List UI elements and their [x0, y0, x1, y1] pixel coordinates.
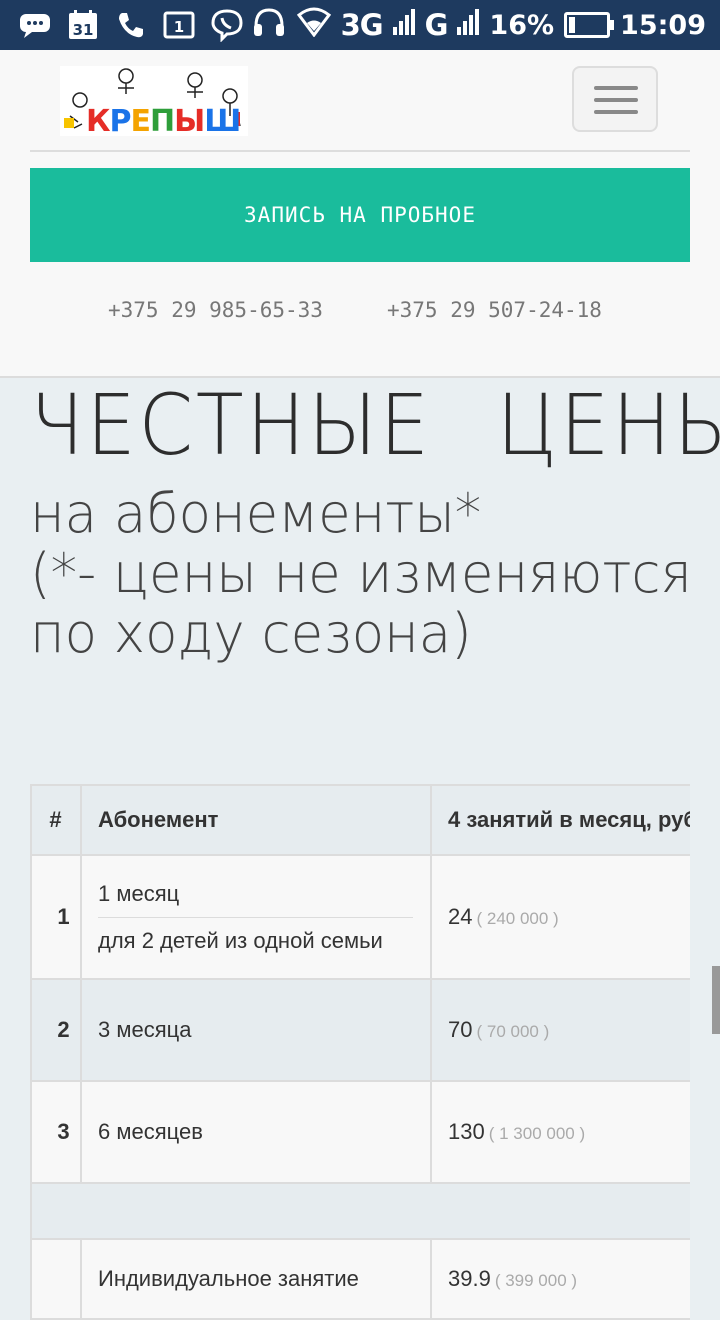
- subscription-name: 1 месяц: [98, 880, 180, 906]
- viber-icon: [210, 9, 244, 42]
- pricing-table: # Абонемент 4 занятий в месяц, руб 1 1 м…: [30, 784, 690, 1320]
- pricing-subtitle: на абонементы* (*- цены не изменяются по…: [30, 484, 696, 664]
- price-cell: 130( 1 300 000 ): [430, 1080, 690, 1184]
- old-price: ( 399 000 ): [494, 1271, 578, 1290]
- phone-link-1[interactable]: +375 29 985-65-33: [108, 298, 323, 322]
- trial-signup-button[interactable]: ЗАПИСЬ НА ПРОБНОЕ: [30, 168, 690, 262]
- cell-divider: [98, 916, 413, 918]
- signal-icon: [392, 8, 415, 42]
- pricing-subtitle-main: на абонементы*: [30, 482, 482, 545]
- network-3g: 3G: [340, 8, 384, 42]
- status-bar: 31 1 3G G 16% 15:09: [0, 0, 720, 50]
- calendar-icon: 31: [66, 10, 100, 40]
- wifi-icon: [296, 7, 331, 44]
- column-header-price: 4 занятий в месяц, руб: [430, 784, 690, 856]
- signal-icon-2: [457, 8, 480, 42]
- price: 130: [448, 1119, 485, 1144]
- subscription-name: 6 месяцев: [80, 1080, 432, 1184]
- column-header-number: #: [30, 784, 82, 856]
- subscription-cell: 1 месяц для 2 детей из одной семьи: [80, 854, 432, 980]
- sim-icon: 1: [162, 10, 196, 40]
- battery-icon: [564, 12, 615, 38]
- phone-link-2[interactable]: +375 29 507-24-18: [387, 298, 602, 322]
- pricing-title: ЧЕСТНЫЕ ЦЕНЫ: [30, 376, 720, 474]
- price: 24: [448, 904, 473, 929]
- table-spacer-row: [30, 1182, 690, 1240]
- menu-toggle-button[interactable]: [572, 66, 658, 132]
- column-header-subscription: Абонемент: [80, 784, 432, 856]
- message-icon: [18, 10, 52, 40]
- old-price: ( 70 000 ): [476, 1022, 550, 1041]
- table-row: 1 1 месяц для 2 детей из одной семьи 24(…: [30, 854, 690, 980]
- price-cell: 70( 70 000 ): [430, 978, 690, 1082]
- pricing-note: (*- цены не изменяются по ходу сезона): [30, 542, 692, 665]
- price-cell: 39.9( 399 000 ): [430, 1238, 690, 1320]
- table-row: Индивидуальное занятие 39.9( 399 000 ): [30, 1238, 690, 1320]
- price-cell: 24( 240 000 ): [430, 854, 690, 980]
- logo-text: КРЕПЫШ: [86, 104, 241, 139]
- price: 39.9: [448, 1266, 491, 1291]
- row-number: [30, 1238, 82, 1320]
- table-row: 2 3 месяца 70( 70 000 ): [30, 978, 690, 1082]
- page-scrollbar[interactable]: [712, 966, 720, 1034]
- old-price: ( 1 300 000 ): [488, 1124, 586, 1143]
- calendar-day: 31: [73, 21, 94, 39]
- svg-text:1: 1: [174, 18, 184, 36]
- site-header: КРЕПЫШ ЗАПИСЬ НА ПРОБНОЕ +375 29 985-65-…: [0, 50, 720, 378]
- spacer-cell: [30, 1182, 690, 1240]
- battery-level: [569, 17, 576, 33]
- old-price: ( 240 000 ): [476, 909, 559, 928]
- row-number: 3: [30, 1080, 82, 1184]
- battery-percent: 16%: [489, 9, 555, 41]
- row-number: 1: [30, 854, 82, 980]
- logo[interactable]: КРЕПЫШ: [60, 66, 248, 139]
- subscription-extra: для 2 детей из одной семьи: [98, 927, 383, 953]
- phone-icon: [114, 10, 148, 40]
- subscription-name: Индивидуальное занятие: [80, 1238, 432, 1320]
- subscription-name: 3 месяца: [80, 978, 432, 1082]
- network-g: G: [424, 8, 449, 42]
- row-number: 2: [30, 978, 82, 1082]
- price: 70: [448, 1017, 473, 1042]
- clock: 15:09: [620, 9, 706, 41]
- headset-icon: [251, 6, 287, 45]
- header-divider: [30, 150, 690, 152]
- table-row: 3 6 месяцев 130( 1 300 000 ): [30, 1080, 690, 1184]
